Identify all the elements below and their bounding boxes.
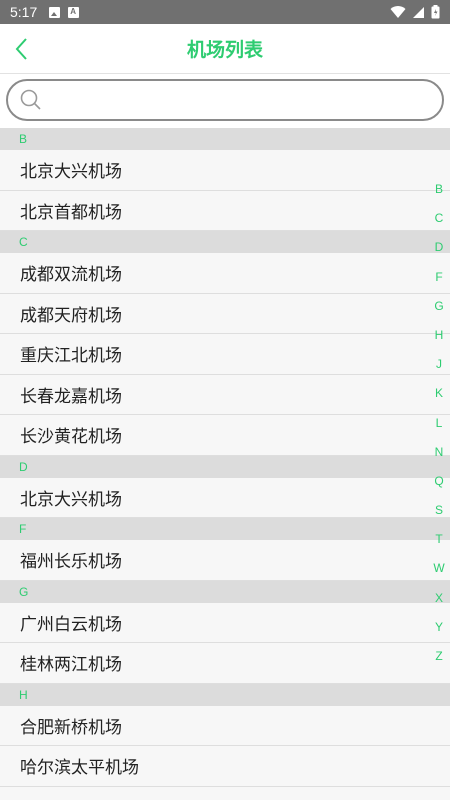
airport-list-item[interactable]: 广州白云机场 <box>0 602 450 643</box>
index-letter[interactable]: Q <box>434 467 443 496</box>
section-header: C <box>0 231 450 253</box>
index-letter[interactable]: J <box>436 350 442 379</box>
index-letter[interactable]: T <box>435 525 442 554</box>
search-box[interactable] <box>6 79 444 121</box>
alphabet-index-bar[interactable]: BCDFGHJKLNQSTWXYZ <box>430 175 448 671</box>
a-notification-icon <box>68 6 80 18</box>
index-letter[interactable]: G <box>434 292 443 321</box>
airport-list-item[interactable]: 桂林两江机场 <box>0 643 450 684</box>
index-letter[interactable]: L <box>436 409 443 438</box>
index-letter[interactable]: C <box>435 204 444 233</box>
nav-bar: 机场列表 <box>0 24 450 74</box>
page-title: 机场列表 <box>186 39 263 61</box>
airport-list-item[interactable]: 成都双流机场 <box>0 253 450 294</box>
section-header: H <box>0 683 450 706</box>
section-header: D <box>0 455 450 478</box>
airport-list-item[interactable]: 长沙黄花机场 <box>0 415 450 456</box>
signal-icon <box>412 6 425 19</box>
index-letter[interactable]: D <box>435 233 444 262</box>
index-letter[interactable]: B <box>435 175 443 204</box>
index-letter[interactable]: W <box>433 554 444 583</box>
airport-list-item[interactable]: 福州长乐机场 <box>0 540 450 581</box>
airport-list-item[interactable]: 长春龙嘉机场 <box>0 374 450 415</box>
wifi-icon <box>390 5 406 19</box>
airport-list-item[interactable]: 重庆江北机场 <box>0 334 450 375</box>
status-bar: 5:17 <box>0 0 450 24</box>
airport-list-item[interactable]: 成都天府机场 <box>0 293 450 334</box>
index-letter[interactable]: Z <box>435 642 442 671</box>
status-time: 5:17 <box>10 4 38 20</box>
index-letter[interactable]: N <box>435 438 444 467</box>
airport-list-item[interactable]: 哈尔滨太平机场 <box>0 746 450 787</box>
airport-list-item[interactable]: 北京大兴机场 <box>0 150 450 191</box>
airport-list-item[interactable]: 合肥新桥机场 <box>0 705 450 746</box>
battery-icon <box>431 5 440 19</box>
chevron-left-icon <box>15 38 27 60</box>
airport-list[interactable]: B 北京大兴机场 北京首都机场 C 成都双流机场 成都天府机场 重庆江北机场 长春龙嘉机场 长沙… <box>0 128 450 787</box>
airport-list-item[interactable]: 北京大兴机场 <box>0 477 450 518</box>
section-header: G <box>0 580 450 603</box>
index-letter[interactable]: F <box>435 263 442 292</box>
search-input[interactable] <box>50 81 442 119</box>
back-button[interactable] <box>6 34 36 64</box>
index-letter[interactable]: K <box>435 379 443 408</box>
search-icon <box>20 89 41 110</box>
airport-list-item[interactable]: 北京首都机场 <box>0 190 450 231</box>
index-letter[interactable]: S <box>435 496 443 525</box>
image-notification-icon <box>49 6 61 18</box>
index-letter[interactable]: H <box>435 321 444 350</box>
section-header: F <box>0 518 450 540</box>
section-header: B <box>0 128 450 150</box>
index-letter[interactable]: Y <box>435 613 443 642</box>
search-container <box>0 74 450 128</box>
index-letter[interactable]: X <box>435 584 443 613</box>
